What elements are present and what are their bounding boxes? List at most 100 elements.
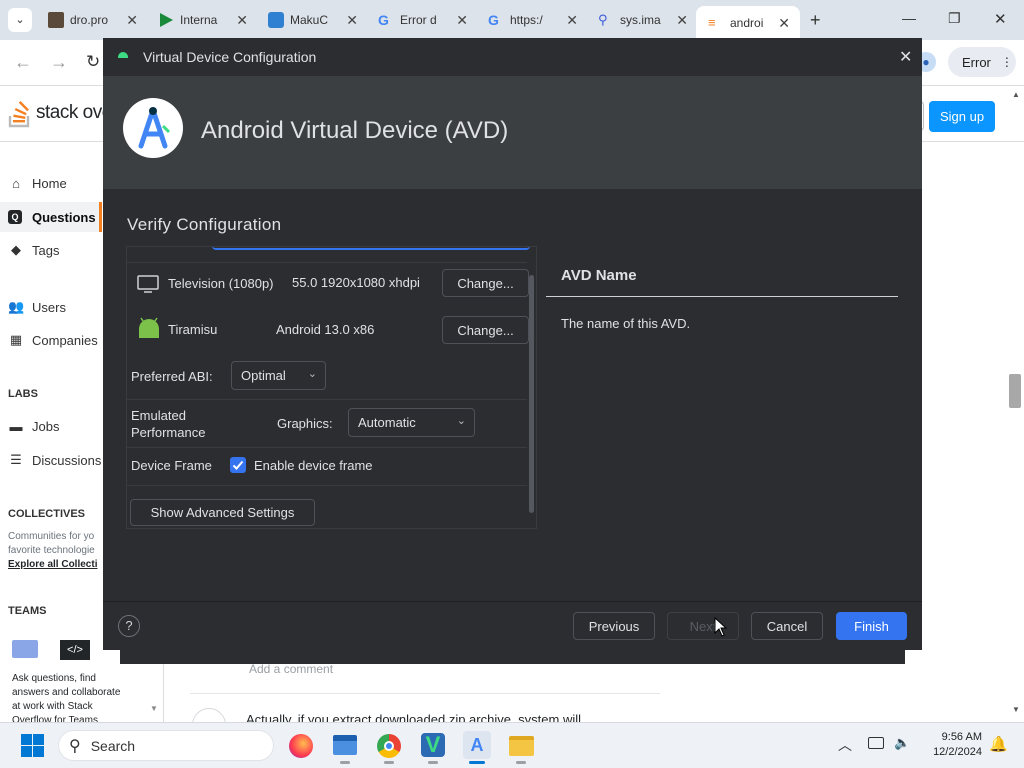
page-scrollbar[interactable]: ▼	[1008, 142, 1024, 722]
dialog-shadow-strip	[120, 650, 905, 664]
help-divider	[546, 296, 898, 297]
new-tab-button[interactable]: +	[810, 8, 830, 32]
change-device-button[interactable]: Change...	[442, 269, 529, 297]
clock[interactable]: 9:56 AM 12/2/2024	[922, 730, 982, 760]
volume-icon[interactable]: 🔈	[894, 735, 910, 751]
reload-icon[interactable]: ↻	[86, 52, 100, 72]
tab-search-button[interactable]: ⌄	[8, 8, 32, 32]
device-spec: 55.0 1920x1080 xhdpi	[292, 275, 420, 290]
nav-companies[interactable]: ▦ Companies	[8, 332, 98, 348]
graphics-select[interactable]: Automatic ⌄	[348, 408, 475, 437]
system-image-name: Tiramisu	[168, 322, 218, 337]
change-system-image-button[interactable]: Change...	[442, 316, 529, 344]
explore-collectives-link[interactable]: Explore all Collecti	[8, 558, 97, 572]
enable-frame-checkbox[interactable]	[230, 457, 246, 473]
panel-scrollbar-thumb[interactable]	[529, 275, 534, 513]
nav-home[interactable]: ⌂ Home	[8, 176, 67, 191]
divider	[190, 693, 660, 694]
restore-icon[interactable]: ❐	[948, 10, 961, 27]
windows-start-icon[interactable]	[21, 734, 44, 757]
firefox-icon[interactable]	[289, 734, 313, 758]
mouse-cursor-icon	[714, 616, 728, 642]
error-button[interactable]: Error ⋮	[948, 47, 1016, 77]
next-button[interactable]: Next	[667, 612, 739, 640]
emulated-performance-label: Emulated Performance	[131, 408, 206, 440]
taskbar-active-indicator	[428, 761, 438, 764]
help-button[interactable]: ?	[118, 615, 140, 637]
minimize-icon[interactable]: —	[902, 10, 916, 26]
notification-bell-icon[interactable]: 🔔	[989, 735, 1008, 753]
nav-jobs[interactable]: ▬ Jobs	[8, 419, 60, 434]
forward-icon[interactable]: →	[50, 52, 68, 73]
finish-button[interactable]: Finish	[836, 612, 907, 640]
building-icon: ▦	[9, 332, 23, 347]
folder-icon[interactable]	[509, 736, 534, 756]
preferred-abi-select[interactable]: Optimal ⌄	[231, 361, 326, 390]
taskbar-active-indicator	[340, 761, 350, 764]
focus-indicator	[212, 247, 530, 250]
page-icon	[48, 12, 64, 28]
search-icon: ⚲	[598, 12, 608, 27]
search-icon: ⚲	[69, 737, 81, 755]
close-tab-icon[interactable]: ✕	[456, 12, 468, 29]
enable-frame-label[interactable]: Enable device frame	[254, 458, 373, 473]
device-frame-label: Device Frame	[131, 458, 212, 473]
back-icon[interactable]: ←	[14, 52, 32, 73]
close-tab-icon[interactable]: ✕	[236, 12, 248, 29]
sidebar-scroll-arrow[interactable]: ▼	[150, 704, 158, 713]
dialog-banner: Android Virtual Device (AVD)	[103, 76, 922, 189]
browser-tab[interactable]: G Error d ✕	[378, 8, 468, 32]
help-title: AVD Name	[561, 267, 637, 284]
close-tab-icon[interactable]: ✕	[676, 12, 688, 29]
play-icon	[158, 12, 174, 28]
display-icon[interactable]	[868, 737, 884, 749]
android-studio-icon	[118, 52, 128, 58]
show-advanced-settings-button[interactable]: Show Advanced Settings	[130, 499, 315, 526]
browser-tab[interactable]: dro.pro ✕	[48, 8, 138, 32]
browser-tab-active[interactable]: ≡ androi ✕	[696, 6, 800, 40]
page-scrollbar-thumb[interactable]	[1009, 374, 1021, 408]
cancel-button[interactable]: Cancel	[751, 612, 823, 640]
dialog-titlebar: Virtual Device Configuration ✕	[103, 38, 922, 76]
config-scroll-panel[interactable]: Television (1080p) 55.0 1920x1080 xhdpi …	[126, 246, 537, 529]
teams-header: TEAMS	[8, 605, 47, 617]
scrollbar-up-arrow[interactable]: ▲	[1012, 90, 1020, 99]
chrome-icon[interactable]	[377, 734, 401, 758]
close-tab-icon[interactable]: ✕	[778, 15, 790, 32]
divider	[127, 485, 527, 486]
taskbar-active-indicator	[469, 761, 485, 764]
collectives-text: Communities for yo favorite technologie …	[8, 531, 98, 572]
taskbar-search-box[interactable]: ⚲ Search	[58, 730, 274, 761]
android-studio-taskbar-icon[interactable]: A	[463, 731, 491, 759]
scrollbar-down-arrow[interactable]: ▼	[1012, 705, 1020, 714]
close-window-icon[interactable]: ✕	[994, 10, 1007, 28]
browser-tab[interactable]: Interna ✕	[158, 8, 248, 32]
add-comment-link[interactable]: Add a comment	[249, 662, 333, 676]
nav-discussions[interactable]: ☰ Discussions	[8, 452, 101, 468]
chevron-up-icon[interactable]: ︿	[838, 735, 852, 755]
file-explorer-icon[interactable]	[333, 735, 357, 755]
tv-icon	[137, 275, 159, 298]
android-studio-logo-icon	[123, 98, 183, 158]
nav-questions[interactable]: Q Questions	[0, 202, 102, 232]
close-icon[interactable]: ✕	[899, 47, 912, 67]
close-tab-icon[interactable]: ✕	[346, 12, 358, 29]
so-logo[interactable]: stack ove	[8, 98, 112, 128]
google-icon: G	[378, 12, 389, 28]
close-tab-icon[interactable]: ✕	[566, 12, 578, 29]
question-icon: Q	[8, 210, 22, 224]
taskbar-active-indicator	[516, 761, 526, 764]
signup-button[interactable]: Sign up	[929, 101, 995, 132]
divider	[127, 447, 527, 448]
previous-button[interactable]: Previous	[573, 612, 655, 640]
nav-users[interactable]: 👥 Users	[8, 299, 66, 315]
nav-tags[interactable]: ◆ Tags	[8, 242, 59, 258]
vs-code-icon[interactable]: V	[421, 733, 445, 757]
divider	[127, 262, 527, 263]
close-tab-icon[interactable]: ✕	[126, 12, 138, 29]
browser-tab[interactable]: G https:/ ✕	[488, 8, 578, 32]
browser-tab[interactable]: MakuC ✕	[268, 8, 358, 32]
browser-tab[interactable]: ⚲ sys.ima ✕	[598, 8, 688, 32]
android-icon	[138, 317, 160, 344]
divider	[127, 399, 527, 400]
